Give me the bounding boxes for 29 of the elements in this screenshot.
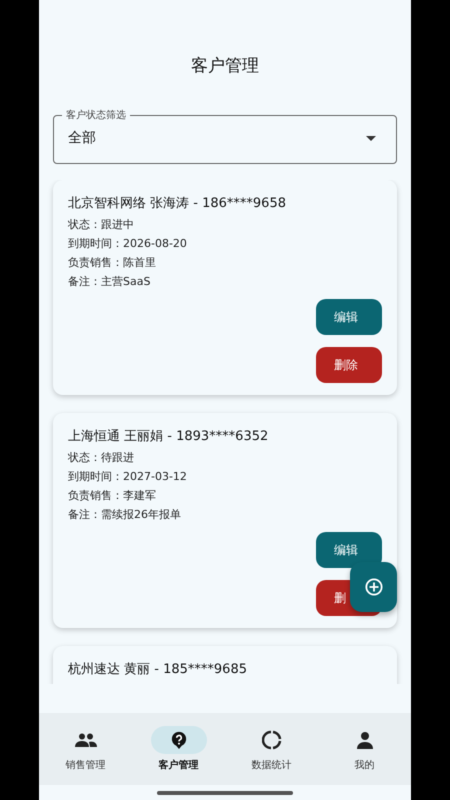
- filter-label: 客户状态筛选: [65, 108, 127, 122]
- people-icon: [74, 733, 96, 747]
- customer-title: 上海恒通 王丽娟 - 1893****6352: [68, 428, 270, 445]
- add-button[interactable]: [350, 562, 397, 612]
- person-icon: [356, 731, 372, 749]
- customer-detail: 备注：主营SaaS: [68, 275, 152, 289]
- customer-detail: 负责销售：陈首里: [68, 256, 157, 270]
- add-icon: [364, 578, 382, 596]
- status-filter-dropdown[interactable]: 客户状态筛选 全部: [53, 108, 397, 164]
- customer-detail: 状态：跟进中: [68, 218, 135, 232]
- customer-detail: 到期时间：2026-08-20: [68, 237, 188, 251]
- customer-detail: 备注：需续报26年报单: [68, 508, 182, 522]
- caret-icon: [366, 136, 376, 140]
- nav-tab[interactable]: 数据统计: [232, 726, 312, 772]
- edit-button[interactable]: 编辑: [316, 299, 382, 335]
- customer-detail: 状态：待跟进: [68, 451, 135, 465]
- customer-detail: 到期时间：2027-03-12: [68, 470, 188, 484]
- nav-tab[interactable]: 销售管理: [46, 726, 126, 772]
- edit-button[interactable]: 编辑: [316, 532, 382, 568]
- ring-chart-icon: [262, 730, 282, 750]
- page-title: 客户管理: [191, 54, 259, 76]
- nav-tab[interactable]: 客户管理: [138, 726, 218, 772]
- nav-tab[interactable]: 我的: [324, 726, 404, 772]
- delete-button[interactable]: 删除: [316, 347, 382, 383]
- customer-title: 北京智科网络 张海涛 - 186****9658: [68, 195, 287, 212]
- customer-detail: 负责销售：李建军: [68, 489, 157, 503]
- help-icon: [170, 731, 188, 749]
- filter-value: 全部: [68, 129, 96, 147]
- customer-title: 杭州速达 黄丽 - 185****9685: [68, 661, 248, 678]
